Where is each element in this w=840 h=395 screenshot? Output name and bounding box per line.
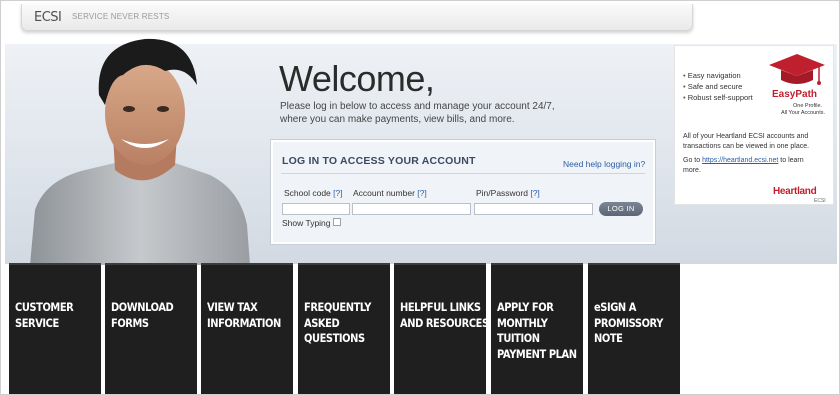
login-panel: LOG IN TO ACCESS YOUR ACCOUNT Need help … (271, 140, 655, 244)
show-typing-label: Show Typing (282, 218, 331, 228)
ad-goto: Go to https://heartland.ecsi.net to lear… (683, 156, 823, 176)
heartland-logo: Heartland (773, 186, 817, 197)
ad-bullets: Easy navigation Safe and secure Robust s… (683, 70, 753, 103)
account-number-label-text: Account number (353, 188, 415, 198)
tile-faq[interactable]: FREQUENTLY ASKED QUESTIONS (298, 263, 390, 394)
ad-body: All of your Heartland ECSI accounts and … (683, 132, 823, 176)
tile-label: FREQUENTLY ASKED QUESTIONS (304, 300, 371, 345)
pin-input[interactable] (474, 203, 593, 215)
easypath-line1: One Profile. (793, 103, 823, 109)
pin-help[interactable]: [?] (530, 188, 539, 198)
graduation-cap-icon (769, 54, 825, 85)
ad-body-text: All of your Heartland ECSI accounts and … (683, 133, 810, 150)
welcome-heading: Welcome, (279, 58, 435, 99)
student-photo (30, 38, 250, 265)
page-frame: ECSI SERVICE NEVER RESTS Welcome, Please… (0, 0, 840, 395)
ecsi-logo[interactable]: ECSI (34, 10, 62, 25)
tile-view-tax-information[interactable]: VIEW TAX INFORMATION (201, 263, 293, 394)
easypath-ad[interactable]: Easy navigation Safe and secure Robust s… (674, 45, 834, 205)
tile-label: HELPFUL LINKS AND RESOURCES (400, 300, 489, 330)
heartland-link[interactable]: https://heartland.ecsi.net (702, 157, 778, 164)
easypath-line2: All Your Accounts. (781, 110, 826, 116)
login-divider (281, 173, 645, 174)
pin-label-text: Pin/Password (476, 188, 528, 198)
tile-payment-plan[interactable]: APPLY FOR MONTHLY TUITION PAYMENT PLAN (491, 263, 583, 394)
ad-bullet: Robust self-support (683, 92, 753, 103)
tagline: SERVICE NEVER RESTS (72, 12, 170, 21)
show-typing-checkbox[interactable] (333, 218, 341, 226)
school-code-label-text: School code (284, 188, 331, 198)
account-number-input[interactable] (352, 203, 471, 215)
heartland-logo-sub: ECSI (814, 198, 826, 204)
ad-bullet: Easy navigation (683, 70, 753, 81)
ad-bullet: Safe and secure (683, 81, 753, 92)
tile-customer-service[interactable]: CUSTOMER SERVICE (9, 263, 101, 394)
tile-label: eSIGN A PROMISSORY NOTE (594, 300, 663, 345)
site-header: ECSI SERVICE NEVER RESTS (21, 4, 693, 31)
account-number-label: Account number [?] (353, 188, 427, 198)
account-number-help[interactable]: [?] (417, 188, 426, 198)
easypath-brand: EasyPath (772, 89, 818, 100)
tile-esign-note[interactable]: eSIGN A PROMISSORY NOTE (588, 263, 680, 394)
welcome-intro: Please log in below to access and manage… (280, 101, 555, 125)
login-title: LOG IN TO ACCESS YOUR ACCOUNT (282, 155, 476, 167)
school-code-input[interactable] (282, 203, 350, 215)
tile-download-forms[interactable]: DOWNLOAD FORMS (105, 263, 197, 394)
school-code-help[interactable]: [?] (333, 188, 342, 198)
tile-label: CUSTOMER SERVICE (15, 300, 74, 330)
help-logging-in-link[interactable]: Need help logging in? (563, 159, 645, 169)
school-code-label: School code [?] (284, 188, 343, 198)
tile-label: VIEW TAX INFORMATION (207, 300, 281, 330)
pin-label: Pin/Password [?] (476, 188, 540, 198)
tile-label: APPLY FOR MONTHLY TUITION PAYMENT PLAN (497, 300, 577, 361)
ad-goto-prefix: Go to (683, 157, 703, 164)
tile-helpful-links[interactable]: HELPFUL LINKS AND RESOURCES (394, 263, 489, 394)
tile-label: DOWNLOAD FORMS (111, 300, 174, 330)
login-button[interactable]: LOG IN (599, 202, 643, 216)
